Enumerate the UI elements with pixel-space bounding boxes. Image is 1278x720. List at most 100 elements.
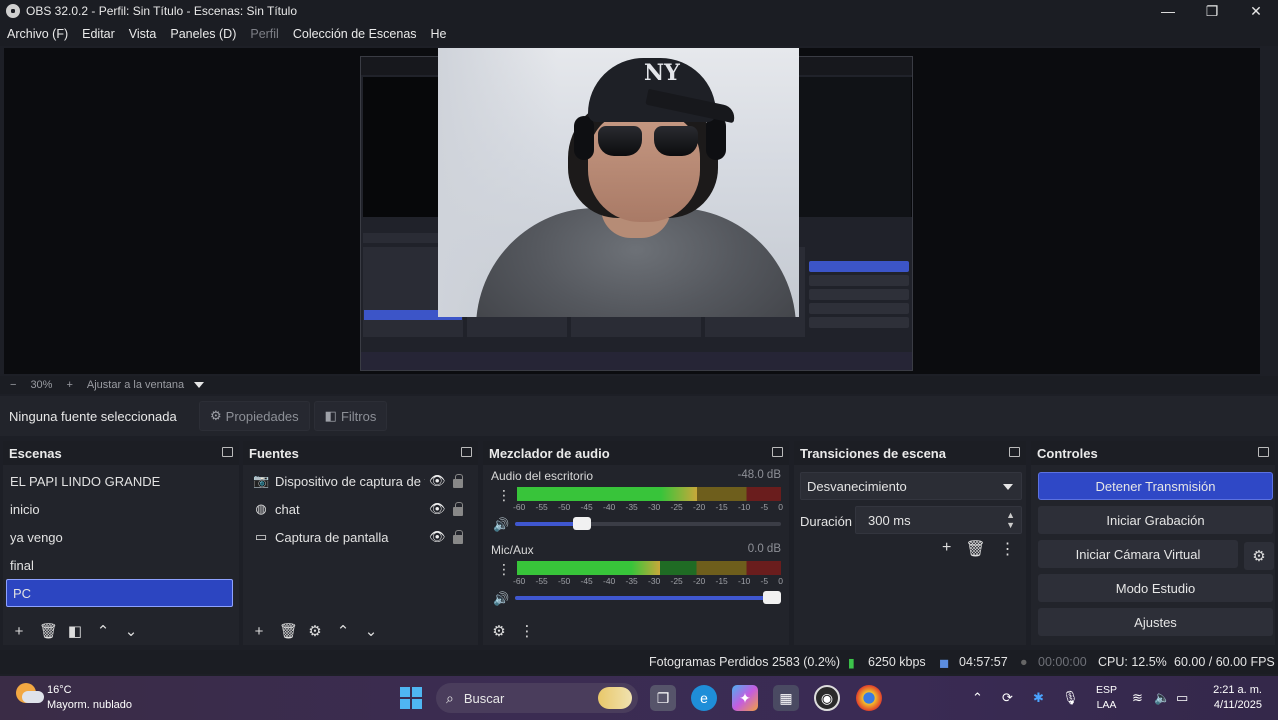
close-button[interactable]: ✕ — [1234, 0, 1278, 22]
webcam-feed: NY — [438, 48, 799, 317]
lock-icon[interactable] — [453, 502, 463, 516]
eye-icon[interactable]: 👁 — [429, 473, 446, 489]
kebab-menu-icon[interactable]: ⋮ — [1000, 539, 1016, 559]
settings-button[interactable]: Ajustes — [1038, 608, 1273, 636]
gear-icon[interactable]: ⚙ — [1244, 542, 1274, 570]
menu-vista[interactable]: Vista — [129, 27, 157, 41]
menu-coleccion-escenas[interactable]: Colección de Escenas — [293, 27, 417, 41]
trash-icon[interactable]: 🗑 — [39, 622, 58, 640]
trash-icon[interactable]: 🗑 — [279, 622, 298, 640]
eye-icon[interactable]: 👁 — [429, 529, 446, 545]
bluetooth-icon[interactable]: ✱ — [1033, 690, 1044, 706]
spinner-icon[interactable]: ▲ ▼ — [1006, 510, 1015, 530]
menu-paneles[interactable]: Paneles (D) — [170, 27, 236, 41]
volume-icon[interactable]: 🔈 — [1154, 690, 1170, 706]
source-item[interactable]: ▭ Captura de pantalla 👁 — [243, 523, 478, 551]
volume-knob[interactable] — [763, 591, 781, 604]
preview-canvas[interactable]: NY — [4, 48, 1260, 374]
lock-icon[interactable] — [453, 474, 463, 488]
status-bar: Fotogramas Perdidos 2583 (0.2%) ▮ 6250 k… — [0, 650, 1278, 674]
store-icon[interactable]: ▦ — [773, 685, 799, 711]
add-icon[interactable]: + — [11, 623, 27, 640]
scene-item[interactable]: final — [3, 551, 239, 579]
menu-perfil[interactable]: Perfil — [250, 27, 278, 41]
kebab-menu-icon[interactable]: ⋮ — [497, 561, 511, 578]
chevron-down-icon[interactable]: ⌄ — [123, 622, 139, 640]
nested-stop-stream — [809, 261, 909, 272]
speaker-icon[interactable]: 🔊 — [493, 517, 509, 533]
chevron-down-icon[interactable]: ⌄ — [363, 622, 379, 640]
chrome-icon[interactable] — [856, 685, 882, 711]
undock-icon[interactable] — [1009, 447, 1020, 457]
chevron-up-icon[interactable]: ⌃ — [335, 622, 351, 640]
transition-select[interactable]: Desvanecimiento — [800, 472, 1022, 500]
scene-item-selected[interactable]: PC — [6, 579, 233, 607]
chevron-up-icon[interactable]: ⌃ — [95, 622, 111, 640]
edge-icon[interactable]: e — [691, 685, 717, 711]
microphone-icon[interactable]: 🎙 — [1062, 690, 1079, 706]
transitions-header: Transiciones de escena — [794, 441, 1026, 465]
start-virtual-cam-button[interactable]: Iniciar Cámara Virtual — [1038, 540, 1238, 568]
sources-dock: Fuentes 📷 Dispositivo de captura de vide… — [243, 441, 478, 645]
level-meter — [517, 561, 781, 575]
scenes-footer: + 🗑 ◧ ⌃ ⌄ — [3, 617, 239, 645]
add-icon[interactable]: + — [942, 539, 951, 559]
obs-taskbar-icon[interactable]: ◉ — [814, 685, 840, 711]
chevron-up-icon[interactable]: ⌃ — [972, 690, 983, 706]
volume-slider[interactable] — [515, 591, 781, 604]
task-view-icon[interactable]: ❐ — [650, 685, 676, 711]
taskbar-search[interactable]: ⌕ Buscar — [436, 683, 638, 713]
zoom-dropdown-icon[interactable] — [194, 382, 205, 388]
start-recording-button[interactable]: Iniciar Grabación — [1038, 506, 1273, 534]
language-indicator[interactable]: ESP LAA — [1096, 683, 1117, 713]
system-clock[interactable]: 2:21 a. m. 4/11/2025 — [1200, 683, 1262, 713]
zoom-in-button[interactable]: + — [66, 379, 72, 391]
maximize-button[interactable]: ❐ — [1190, 0, 1234, 22]
scene-item[interactable]: ya vengo — [3, 523, 239, 551]
zoom-out-button[interactable]: − — [10, 379, 16, 391]
undock-icon[interactable] — [772, 447, 783, 457]
source-item[interactable]: ◍ chat 👁 — [243, 495, 478, 523]
advanced-audio-icon[interactable]: ⚙ — [491, 622, 507, 640]
duration-label: Duración — [800, 514, 853, 529]
duration-input[interactable]: 300 ms ▲ ▼ — [855, 506, 1022, 534]
lock-icon[interactable] — [453, 530, 463, 544]
battery-icon[interactable]: ▭ — [1176, 690, 1188, 706]
mixer-title: Mezclador de audio — [489, 445, 610, 461]
studio-mode-button[interactable]: Modo Estudio — [1038, 574, 1273, 602]
wifi-icon[interactable]: ≋ — [1132, 690, 1143, 706]
source-item[interactable]: 📷 Dispositivo de captura de video 👁 — [243, 467, 478, 495]
scenes-header: Escenas — [3, 441, 239, 465]
undock-icon[interactable] — [1258, 447, 1269, 457]
menu-archivo[interactable]: Archivo (F) — [7, 27, 68, 41]
speaker-icon[interactable]: 🔊 — [493, 591, 509, 607]
undock-icon[interactable] — [461, 447, 472, 457]
menu-bar: Archivo (F) Editar Vista Paneles (D) Per… — [0, 22, 1278, 46]
trash-icon[interactable]: 🗑 — [965, 539, 985, 559]
copilot-icon[interactable]: ✦ — [732, 685, 758, 711]
eye-icon[interactable]: 👁 — [429, 501, 446, 517]
filters-button[interactable]: ◧ Filtros — [313, 401, 388, 431]
gear-icon[interactable]: ⚙ — [307, 622, 323, 640]
stop-stream-button[interactable]: Detener Transmisión — [1038, 472, 1273, 500]
volume-knob[interactable] — [572, 517, 591, 530]
channel-db: 0.0 dB — [747, 543, 781, 555]
zoom-fit-label[interactable]: Ajustar a la ventana — [87, 379, 184, 391]
windows-start-icon[interactable] — [400, 687, 422, 709]
sync-icon[interactable]: ⟳ — [1002, 690, 1013, 706]
zoom-bar: − 30% + Ajustar a la ventana — [0, 376, 1278, 394]
filter-icon[interactable]: ◧ — [67, 622, 83, 640]
scene-item[interactable]: inicio — [3, 495, 239, 523]
properties-button[interactable]: ⚙ Propiedades — [199, 401, 310, 431]
no-source-label: Ninguna fuente seleccionada — [9, 408, 177, 424]
menu-ayuda[interactable]: He — [431, 27, 447, 41]
scene-item[interactable]: EL PAPI LINDO GRANDE — [3, 467, 239, 495]
volume-slider[interactable] — [515, 517, 781, 530]
undock-icon[interactable] — [222, 447, 233, 457]
kebab-menu-icon[interactable]: ⋮ — [497, 487, 511, 504]
minimize-button[interactable]: — — [1146, 0, 1190, 22]
menu-editar[interactable]: Editar — [82, 27, 115, 41]
kebab-menu-icon[interactable]: ⋮ — [519, 622, 535, 640]
add-icon[interactable]: + — [251, 623, 267, 640]
channel-db: -48.0 dB — [737, 469, 781, 481]
